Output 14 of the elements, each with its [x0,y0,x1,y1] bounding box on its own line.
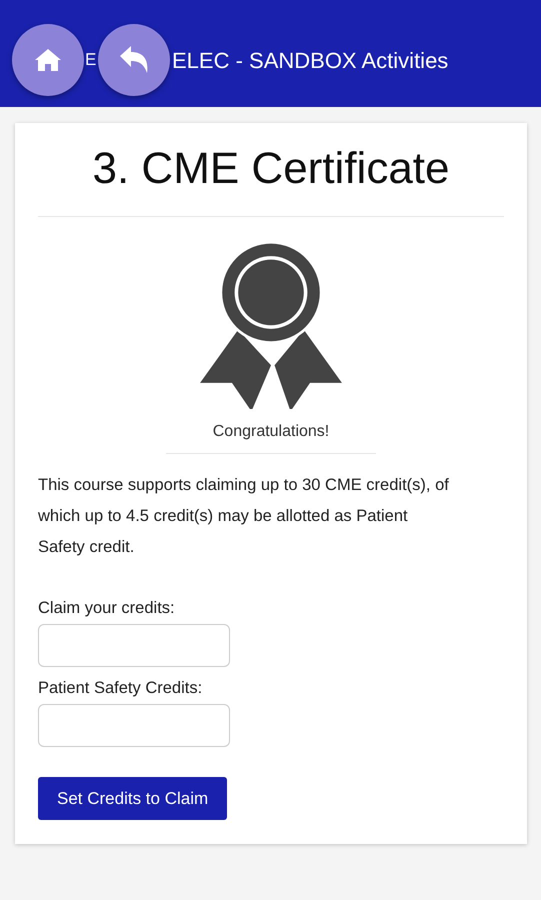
page-heading: 3. CME Certificate [92,143,450,195]
header-title: ELEC - SANDBOX Activities [172,48,448,74]
credits-input[interactable] [38,624,230,668]
description-text: This course supports claiming up to 30 CME credit(s), of which up to 4.5 credit(s) may be allotted as Patient Safety credit. [38,475,450,558]
congratulations-text: Congratulations! [212,423,330,442]
header-title-fragment: E [85,50,96,70]
field-label: Patient Safety Credits: [38,679,204,698]
field-label: Claim your credits: [38,599,176,618]
home-icon [34,47,62,73]
reply-icon [118,45,150,75]
back-button[interactable] [98,24,170,96]
home-button[interactable] [12,24,84,96]
credits-input[interactable] [38,704,230,748]
set-credits-button[interactable]: Set Credits to Claim [38,777,228,820]
